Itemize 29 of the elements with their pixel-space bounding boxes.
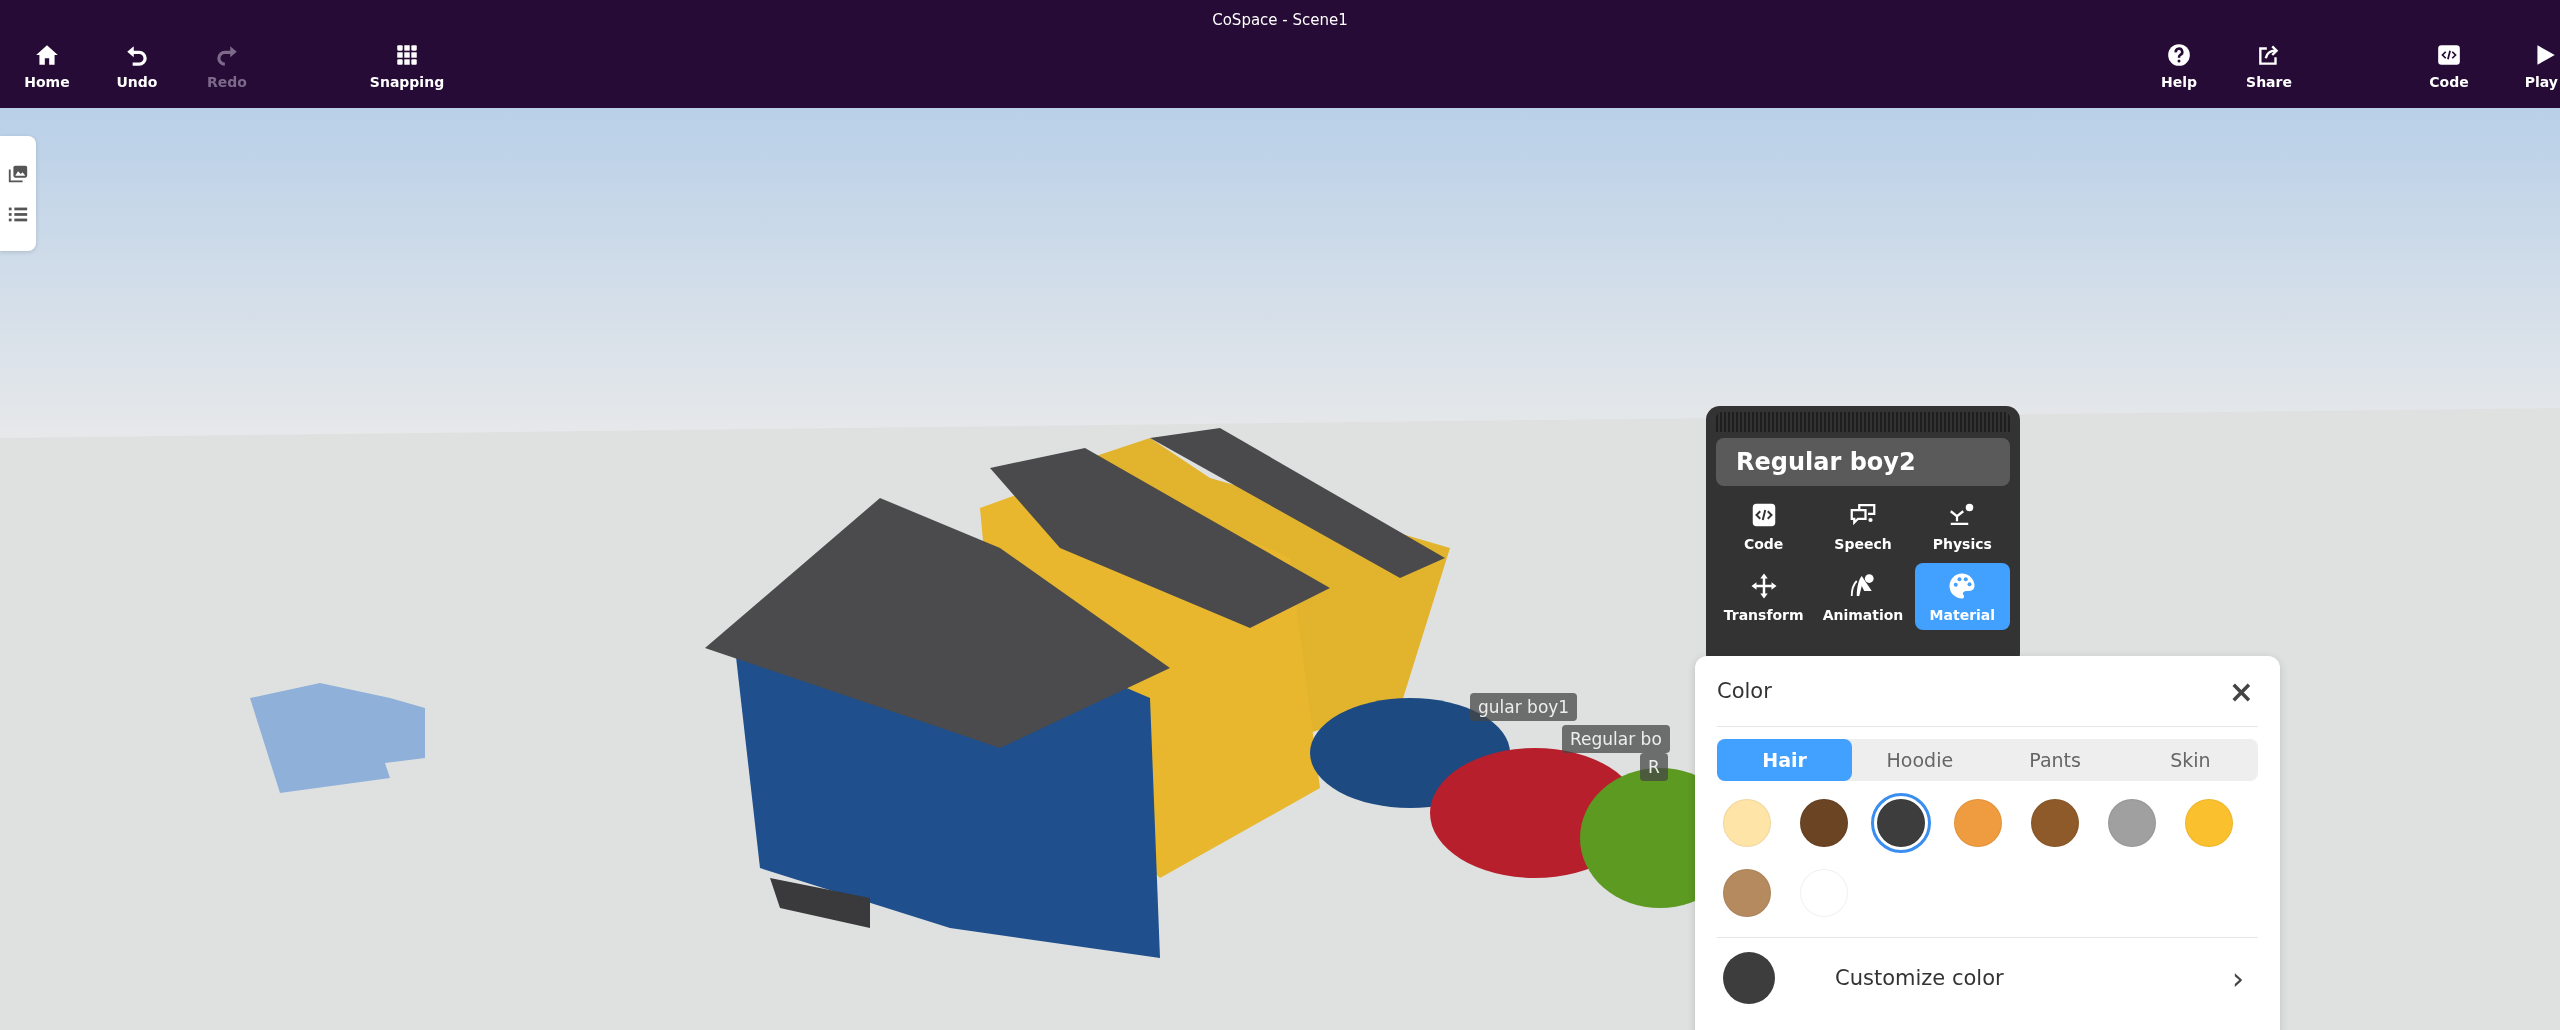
menu-action[interactable]: Physics [1914, 492, 2010, 559]
toolbar-button[interactable]: Undo [92, 42, 182, 90]
customize-color-row[interactable]: Customize color › [1717, 938, 2258, 1018]
tab[interactable]: Skin [2122, 739, 2258, 781]
grid-icon [394, 42, 420, 68]
toolbar-button[interactable]: Help [2134, 42, 2224, 90]
toolbar-button[interactable]: Snapping [362, 42, 452, 90]
chevron: › [2232, 960, 2245, 996]
object-label: Regular bo [1562, 725, 1670, 753]
close-button[interactable]: × [2224, 673, 2258, 709]
object-label: R [1640, 753, 1668, 781]
object-name-field[interactable]: Regular boy2 [1716, 438, 2010, 486]
toolbar-button[interactable]: Code [2404, 42, 2494, 90]
toolbar-button[interactable]: Play [2514, 42, 2560, 90]
tab[interactable]: Hoodie [1852, 739, 1988, 781]
customize-label: Customize color [1835, 966, 2005, 990]
window-title: CoSpace - Scene1 [1212, 10, 1348, 30]
tab[interactable]: Pants [1987, 739, 2123, 781]
help-icon [2166, 42, 2192, 68]
panel-title: Color [1717, 679, 1772, 703]
code-icon [2436, 42, 2462, 68]
menu-action[interactable]: Code [1716, 492, 1812, 559]
color-swatch[interactable] [1871, 793, 1931, 853]
toolbar-button[interactable]: Home [2, 42, 92, 90]
toolbar-button[interactable]: Share [2224, 42, 2314, 90]
menu-action[interactable]: Speech [1815, 492, 1911, 559]
menu-action[interactable]: Animation [1815, 563, 1911, 630]
object-label: gular boy1 [1470, 693, 1578, 721]
menu-action[interactable]: Transform [1716, 563, 1812, 630]
